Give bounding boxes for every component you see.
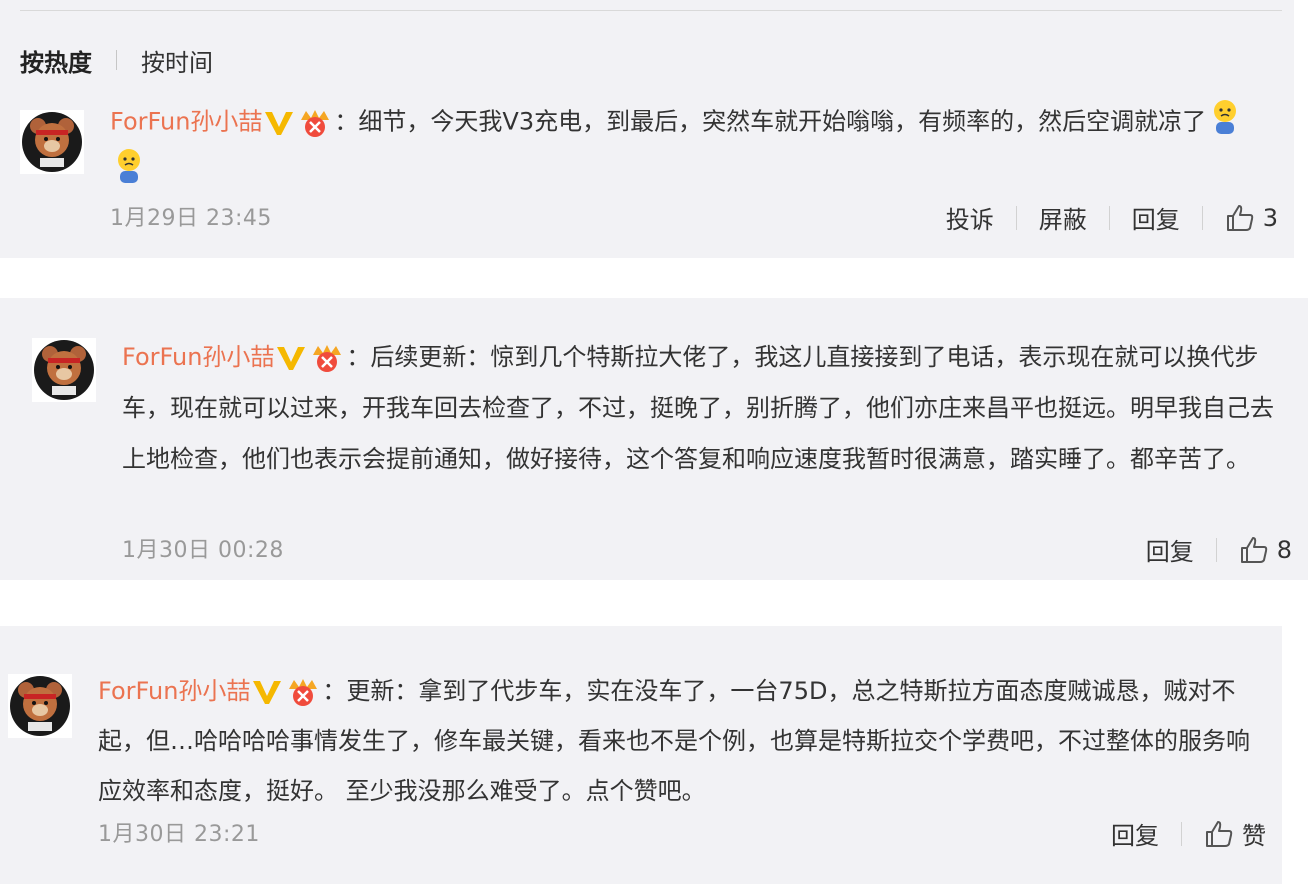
username-link[interactable]: ForFun孙小喆	[98, 677, 250, 705]
comment-timestamp: 1月30日 00:28	[122, 538, 284, 563]
action-separator	[1215, 537, 1217, 562]
action-separator	[1201, 205, 1203, 230]
waiting-emoji-icon	[112, 147, 146, 196]
comment-text: ：细节，今天我V3充电，到最后，突然车就开始嗡嗡，有频率的，然后空调就凉了	[334, 107, 1207, 136]
report-button[interactable]: 投诉	[946, 200, 994, 235]
member-crown-icon[interactable]	[286, 677, 320, 707]
comment-timestamp: 1月30日 23:21	[98, 822, 260, 847]
comment-actions: 回复 赞	[1111, 816, 1266, 851]
like-label: 赞	[1242, 822, 1266, 850]
comment-card-1: 按热度 按时间 ForFun孙小喆 ：细节，今天我V3充电，到最后，突然车就开始嗡…	[0, 0, 1294, 258]
like-count: 3	[1262, 203, 1278, 232]
block-button[interactable]: 屏蔽	[1039, 200, 1087, 235]
avatar[interactable]	[8, 674, 72, 738]
like-button[interactable]: 赞	[1204, 816, 1266, 851]
thumbs-up-icon	[1206, 820, 1233, 847]
avatar[interactable]	[32, 338, 96, 402]
action-separator	[1181, 821, 1182, 846]
comment-body: ForFun孙小喆 ：细节，今天我V3充电，到最后，突然车就开始嗡嗡，有频率的，然…	[110, 98, 1270, 196]
verified-v-icon	[264, 109, 294, 137]
member-crown-icon[interactable]	[298, 108, 332, 138]
verified-v-icon	[276, 344, 306, 372]
like-button[interactable]: 3	[1225, 203, 1278, 233]
waiting-emoji-icon	[1208, 98, 1242, 147]
comment-actions: 回复 8	[1146, 532, 1292, 567]
thumbs-up-icon	[1226, 204, 1253, 231]
username-link[interactable]: ForFun孙小喆	[110, 108, 262, 136]
reply-button[interactable]: 回复	[1132, 200, 1180, 235]
comment-card-3: ForFun孙小喆 ：更新：拿到了代步车，实在没车了，一台75D，总之特斯拉方面态…	[0, 626, 1282, 884]
comment-actions: 投诉 屏蔽 回复 3	[946, 200, 1278, 235]
reply-button[interactable]: 回复	[1111, 816, 1159, 851]
verified-v-icon	[252, 678, 282, 706]
comment-body: ForFun孙小喆 ：更新：拿到了代步车，实在没车了，一台75D，总之特斯拉方面态…	[98, 666, 1266, 816]
member-crown-icon[interactable]	[310, 343, 344, 373]
comment-card-2: ForFun孙小喆 ：后续更新：惊到几个特斯拉大佬了，我这儿直接接到了电话，表示现…	[0, 298, 1308, 580]
comment-timestamp: 1月29日 23:45	[110, 206, 272, 231]
divider	[20, 10, 1282, 11]
sort-tabs: 按热度 按时间	[20, 43, 213, 78]
thumbs-up-icon	[1240, 536, 1267, 563]
action-separator	[1108, 205, 1110, 230]
sort-by-time-tab[interactable]: 按时间	[141, 43, 213, 78]
tab-separator	[116, 50, 117, 70]
username-link[interactable]: ForFun孙小喆	[122, 343, 274, 371]
avatar[interactable]	[20, 110, 84, 174]
comment-body: ForFun孙小喆 ：后续更新：惊到几个特斯拉大佬了，我这儿直接接到了电话，表示现…	[122, 332, 1290, 485]
reply-button[interactable]: 回复	[1146, 532, 1194, 567]
sort-by-hot-tab[interactable]: 按热度	[20, 43, 92, 78]
action-separator	[1015, 205, 1017, 230]
like-button[interactable]: 8	[1239, 535, 1292, 565]
like-count: 8	[1276, 535, 1292, 564]
